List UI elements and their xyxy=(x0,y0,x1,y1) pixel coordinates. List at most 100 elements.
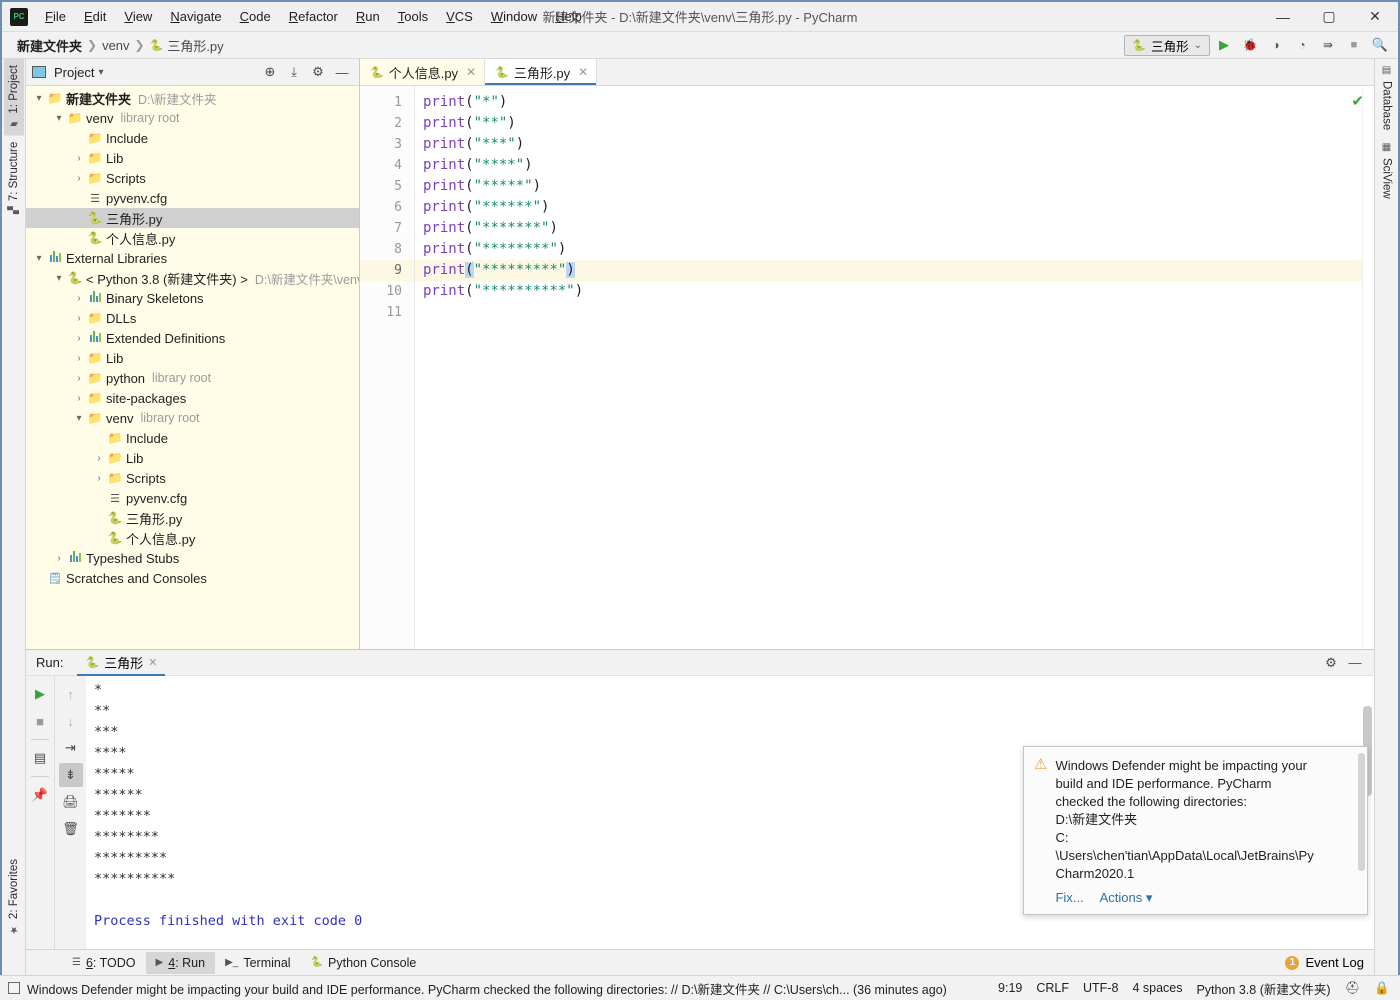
balloon-scrollbar[interactable] xyxy=(1358,753,1365,871)
indent-setting[interactable]: 4 spaces xyxy=(1132,981,1182,995)
lock-icon[interactable]: 🔒 xyxy=(1374,981,1390,996)
code-line[interactable]: print("**") xyxy=(415,113,1362,134)
event-log-button[interactable]: 1 Event Log xyxy=(1285,955,1374,970)
tree-node[interactable]: ▾ 📁 venv library root xyxy=(26,108,359,128)
down-button[interactable]: ↓ xyxy=(59,709,83,733)
chevron-right-icon[interactable]: › xyxy=(52,553,66,564)
editor-tab[interactable]: 🐍 三角形.py ✕ xyxy=(485,59,598,85)
tree-node[interactable]: › 📁 DLLs xyxy=(26,308,359,328)
chevron-down-icon[interactable]: ▾ xyxy=(32,253,46,264)
menu-item-code[interactable]: Code xyxy=(231,5,280,28)
run-coverage-button[interactable]: ◑ xyxy=(1264,34,1288,56)
collapse-all-button[interactable]: ⤓ xyxy=(283,62,305,82)
sidebar-item-favorites[interactable]: ★ 2: Favorites xyxy=(4,853,24,941)
code-line[interactable]: print("*********") xyxy=(415,260,1362,281)
caret-position[interactable]: 9:19 xyxy=(998,981,1022,995)
tree-node[interactable]: ▾ 🐍 < Python 3.8 (新建文件夹) > D:\新建文件夹\venv xyxy=(26,268,359,288)
settings-gear-icon[interactable]: ⚙ xyxy=(1320,653,1342,673)
soft-wrap-button[interactable]: ⇥ xyxy=(59,736,83,760)
minimize-button[interactable]: — xyxy=(1260,2,1306,32)
chevron-right-icon[interactable]: › xyxy=(72,333,86,344)
settings-gear-icon[interactable]: ⚙ xyxy=(307,62,329,82)
debug-button[interactable]: 🐞 xyxy=(1238,34,1262,56)
profile-button[interactable]: ◔ xyxy=(1290,34,1314,56)
code-line[interactable]: print("********") xyxy=(415,239,1362,260)
editor-scrollbar[interactable] xyxy=(1362,86,1374,649)
tree-node[interactable]: ▾ External Libraries xyxy=(26,248,359,268)
tree-node[interactable]: › Binary Skeletons xyxy=(26,288,359,308)
code-line[interactable] xyxy=(415,302,1362,323)
chevron-down-icon[interactable]: ▾ xyxy=(72,413,86,424)
menu-item-file[interactable]: File xyxy=(36,5,75,28)
tree-node[interactable]: › 📁 Lib xyxy=(26,348,359,368)
chevron-right-icon[interactable]: › xyxy=(72,373,86,384)
tree-node[interactable]: ›🐍三角形.py xyxy=(26,208,359,228)
code-line[interactable]: print("***") xyxy=(415,134,1362,155)
up-button[interactable]: ↑ xyxy=(59,682,83,706)
chevron-right-icon[interactable]: › xyxy=(72,293,86,304)
chevron-right-icon[interactable]: › xyxy=(72,153,86,164)
notification-link-actions[interactable]: Actions ▾ xyxy=(1100,890,1153,906)
breadcrumb-item-2[interactable]: 🐍 三角形.py xyxy=(147,35,227,56)
code-line[interactable]: print("*******") xyxy=(415,218,1362,239)
menu-item-refactor[interactable]: Refactor xyxy=(280,5,347,28)
chevron-down-icon[interactable]: ▾ xyxy=(98,67,103,78)
tree-node[interactable]: ›🐍个人信息.py xyxy=(26,228,359,248)
scroll-to-end-button[interactable]: ⇟ xyxy=(58,763,83,787)
code-area[interactable]: 1 2 3 4 5 6 7 8 9 10 11 print("*") print("**") print… xyxy=(360,86,1374,649)
bottom-tab-pythonconsole[interactable]: 🐍 Python Console xyxy=(301,952,427,974)
tree-node[interactable]: › 📁 site-packages xyxy=(26,388,359,408)
bottom-tab-todo[interactable]: ☰ 6: TODO xyxy=(62,952,146,974)
chevron-right-icon[interactable]: › xyxy=(72,313,86,324)
chevron-right-icon[interactable]: › xyxy=(72,173,86,184)
rerun-button[interactable]: ▶ xyxy=(28,682,52,706)
tree-node[interactable]: › 📁 Scripts xyxy=(26,168,359,188)
breadcrumb-item-1[interactable]: venv xyxy=(99,37,132,54)
tree-node[interactable]: › Typeshed Stubs xyxy=(26,548,359,568)
print-button[interactable]: 🖨 xyxy=(59,790,83,814)
chevron-right-icon[interactable]: › xyxy=(92,473,106,484)
pin-tab-button[interactable]: 📌 xyxy=(28,783,52,807)
tree-node[interactable]: ›☰pyvenv.cfg xyxy=(26,188,359,208)
chevron-down-icon[interactable]: ▾ xyxy=(32,93,46,104)
code-line[interactable]: print("*") xyxy=(415,92,1362,113)
chevron-down-icon[interactable]: ▾ xyxy=(52,113,66,124)
code-line[interactable]: print("*****") xyxy=(415,176,1362,197)
stop-button[interactable]: ■ xyxy=(28,709,52,733)
python-interpreter[interactable]: Python 3.8 (新建文件夹) xyxy=(1196,979,1330,998)
tree-node[interactable]: › 📁 Scripts xyxy=(26,468,359,488)
notification-balloon[interactable]: ⚠ Windows Defender might be impacting yo… xyxy=(1023,746,1368,915)
tree-node[interactable]: › 📁 python library root xyxy=(26,368,359,388)
status-message-group[interactable]: Windows Defender might be impacting your… xyxy=(8,979,947,998)
chevron-right-icon[interactable]: › xyxy=(92,453,106,464)
editor-tab[interactable]: 🐍 个人信息.py ✕ xyxy=(360,59,486,85)
tree-node[interactable]: ›📁Include xyxy=(26,428,359,448)
tree-node[interactable]: ›🗒Scratches and Consoles xyxy=(26,568,359,588)
sidebar-item-database[interactable]: ▤ Database xyxy=(1377,59,1397,136)
tree-node[interactable]: › Extended Definitions xyxy=(26,328,359,348)
chevron-down-icon[interactable]: ▾ xyxy=(52,273,66,284)
clear-all-button[interactable]: 🗑 xyxy=(59,817,83,841)
hide-panel-button[interactable]: — xyxy=(331,62,353,82)
close-button[interactable]: ✕ xyxy=(1352,2,1398,32)
tree-node[interactable]: ›☰pyvenv.cfg xyxy=(26,488,359,508)
maximize-button[interactable]: ▢ xyxy=(1306,2,1352,32)
menu-item-view[interactable]: View xyxy=(115,5,161,28)
tree-node[interactable]: › 📁 Lib xyxy=(26,448,359,468)
sidebar-item-project[interactable]: ▰ 1: Project xyxy=(3,59,24,136)
tree-node[interactable]: ▾ 📁 venv library root xyxy=(26,408,359,428)
menu-item-navigate[interactable]: Navigate xyxy=(161,5,230,28)
menu-item-vcs[interactable]: VCS xyxy=(437,5,482,28)
bottom-tab-run[interactable]: ▶ 4: Run xyxy=(145,951,216,974)
run-tab[interactable]: 🐍 三角形 ✕ xyxy=(77,650,166,676)
menu-item-help[interactable]: Help xyxy=(546,5,591,28)
chevron-right-icon[interactable]: › xyxy=(72,393,86,404)
tree-node[interactable]: ›🐍三角形.py xyxy=(26,508,359,528)
breadcrumb-item-0[interactable]: 新建文件夹 xyxy=(14,35,85,56)
run-with-console-button[interactable]: ⇛ xyxy=(1316,34,1340,56)
tree-node[interactable]: › 📁 Lib xyxy=(26,148,359,168)
hector-inspection-icon[interactable]: ⛑ xyxy=(1345,981,1361,996)
line-separator[interactable]: CRLF xyxy=(1036,981,1069,995)
menu-item-edit[interactable]: Edit xyxy=(75,5,115,28)
menu-item-window[interactable]: Window xyxy=(482,5,546,28)
